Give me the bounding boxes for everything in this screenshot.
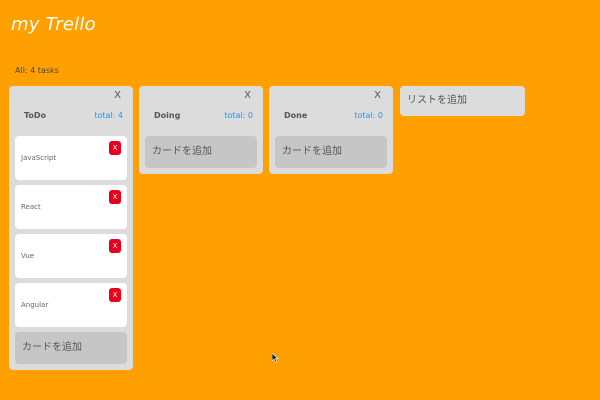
task-summary: All: 4 tasks (15, 66, 59, 75)
add-list-button[interactable]: リストを追加 (400, 86, 525, 116)
list-title: ToDo (24, 111, 47, 120)
add-card-button[interactable]: カードを追加 (15, 332, 127, 364)
list-title: Doing (154, 111, 181, 120)
list-todo: X ToDo total: 4 JavaScript X React X Vue… (9, 86, 133, 370)
list-header: X Doing total: 0 (145, 86, 257, 136)
card-text: JavaScript (21, 154, 57, 162)
card-text: Vue (21, 252, 35, 260)
card-text: React (21, 203, 41, 211)
list-close-button[interactable]: X (374, 90, 381, 101)
card-react[interactable]: React X (15, 185, 127, 229)
card-delete-button[interactable]: X (109, 190, 121, 204)
app-title: my Trello (11, 14, 96, 35)
card-delete-button[interactable]: X (109, 239, 121, 253)
list-total: total: 0 (354, 111, 383, 120)
list-close-button[interactable]: X (244, 90, 251, 101)
card-angular[interactable]: Angular X (15, 283, 127, 327)
list-doing: X Doing total: 0 カードを追加 (139, 86, 263, 174)
card-text: Angular (21, 301, 49, 309)
add-card-button[interactable]: カードを追加 (275, 136, 387, 168)
card-delete-button[interactable]: X (109, 141, 121, 155)
list-total: total: 4 (94, 111, 123, 120)
add-card-button[interactable]: カードを追加 (145, 136, 257, 168)
card-javascript[interactable]: JavaScript X (15, 136, 127, 180)
list-header: X ToDo total: 4 (15, 86, 127, 136)
list-close-button[interactable]: X (114, 90, 121, 101)
card-delete-button[interactable]: X (109, 288, 121, 302)
list-done: X Done total: 0 カードを追加 (269, 86, 393, 174)
list-total: total: 0 (224, 111, 253, 120)
card-vue[interactable]: Vue X (15, 234, 127, 278)
mouse-pointer-icon (272, 353, 279, 363)
list-title: Done (284, 111, 308, 120)
list-header: X Done total: 0 (275, 86, 387, 136)
